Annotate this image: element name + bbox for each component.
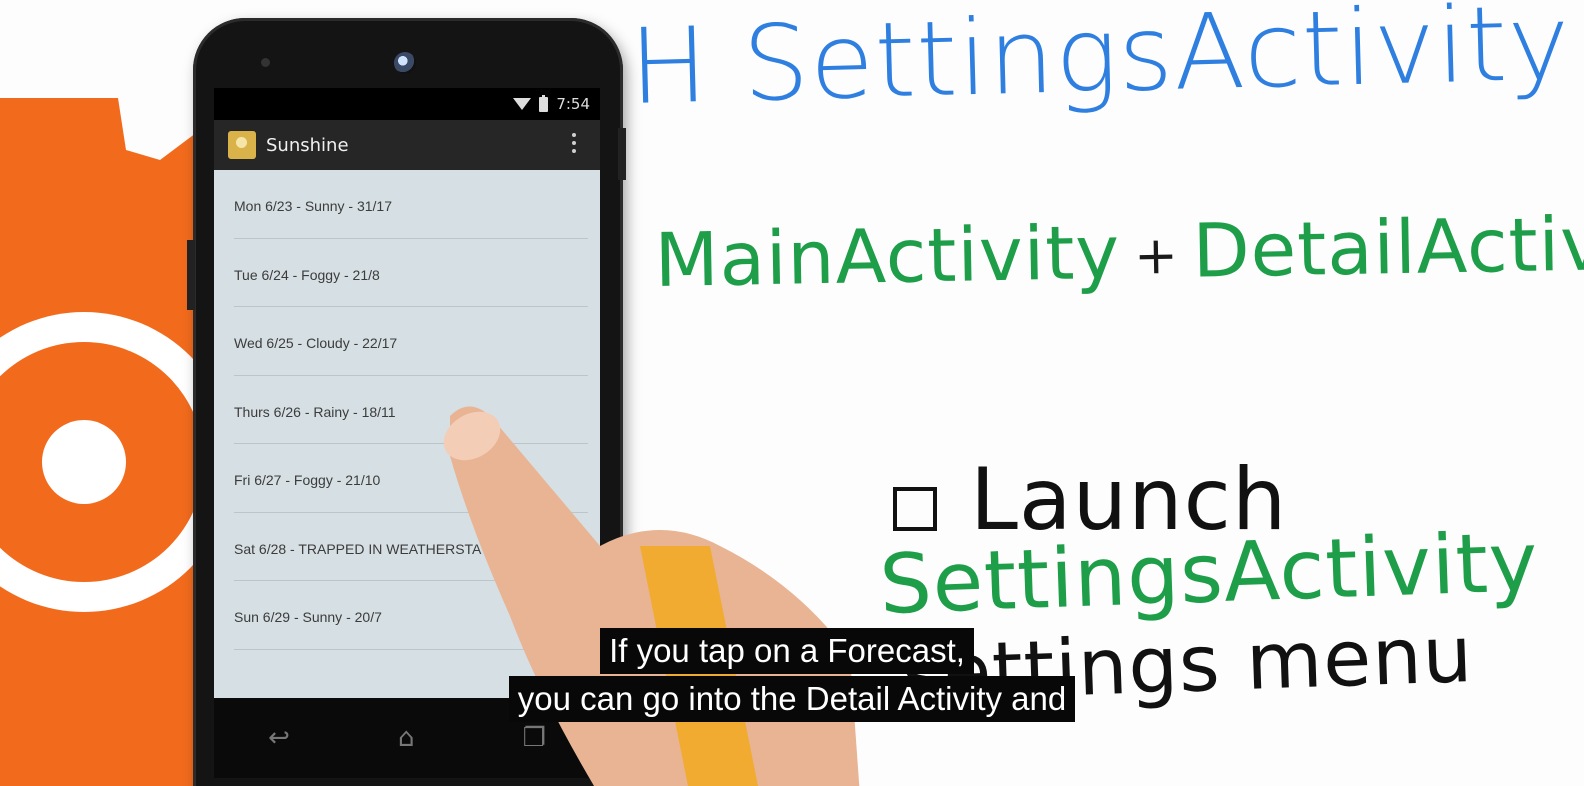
app-title: Sunshine — [266, 134, 349, 156]
sunshine-app-icon — [228, 131, 256, 159]
back-icon[interactable]: ↩ — [268, 723, 290, 753]
whiteboard-heading: H SettingsActivity — [628, 0, 1573, 128]
home-icon[interactable]: ⌂ — [398, 723, 415, 753]
detail-activity-text: DetailActivity — [1191, 199, 1584, 295]
camera-icon — [394, 52, 416, 74]
forecast-item[interactable]: Wed 6/25 - Cloudy - 22/17 — [234, 307, 588, 376]
plus-sign: + — [1133, 226, 1180, 288]
overflow-menu-icon[interactable] — [572, 133, 576, 153]
main-activity-text: MainActivity — [654, 209, 1121, 304]
status-bar: 7:54 — [214, 88, 600, 120]
volume-button — [187, 240, 195, 310]
power-button — [618, 128, 626, 180]
forecast-item[interactable]: Mon 6/23 - Sunny - 31/17 — [234, 170, 588, 239]
pointing-finger — [443, 406, 860, 786]
todo-checkbox — [893, 487, 937, 531]
caption-line-1: If you tap on a Forecast, — [600, 628, 974, 674]
video-frame: H SettingsActivity MainActivity + DetailAc… — [0, 0, 1584, 786]
battery-icon — [539, 94, 549, 112]
status-time: 7:54 — [556, 95, 590, 113]
whiteboard-activities: MainActivity + DetailActivity — [654, 200, 1584, 304]
caption-line-2: you can go into the Detail Activity and — [508, 676, 1076, 722]
captions: If you tap on a Forecast, you can go int… — [0, 628, 1584, 722]
forecast-item[interactable]: Tue 6/24 - Foggy - 21/8 — [234, 239, 588, 307]
wifi-icon — [513, 98, 532, 110]
phone-sensor — [261, 58, 270, 67]
action-bar: Sunshine — [214, 120, 600, 170]
